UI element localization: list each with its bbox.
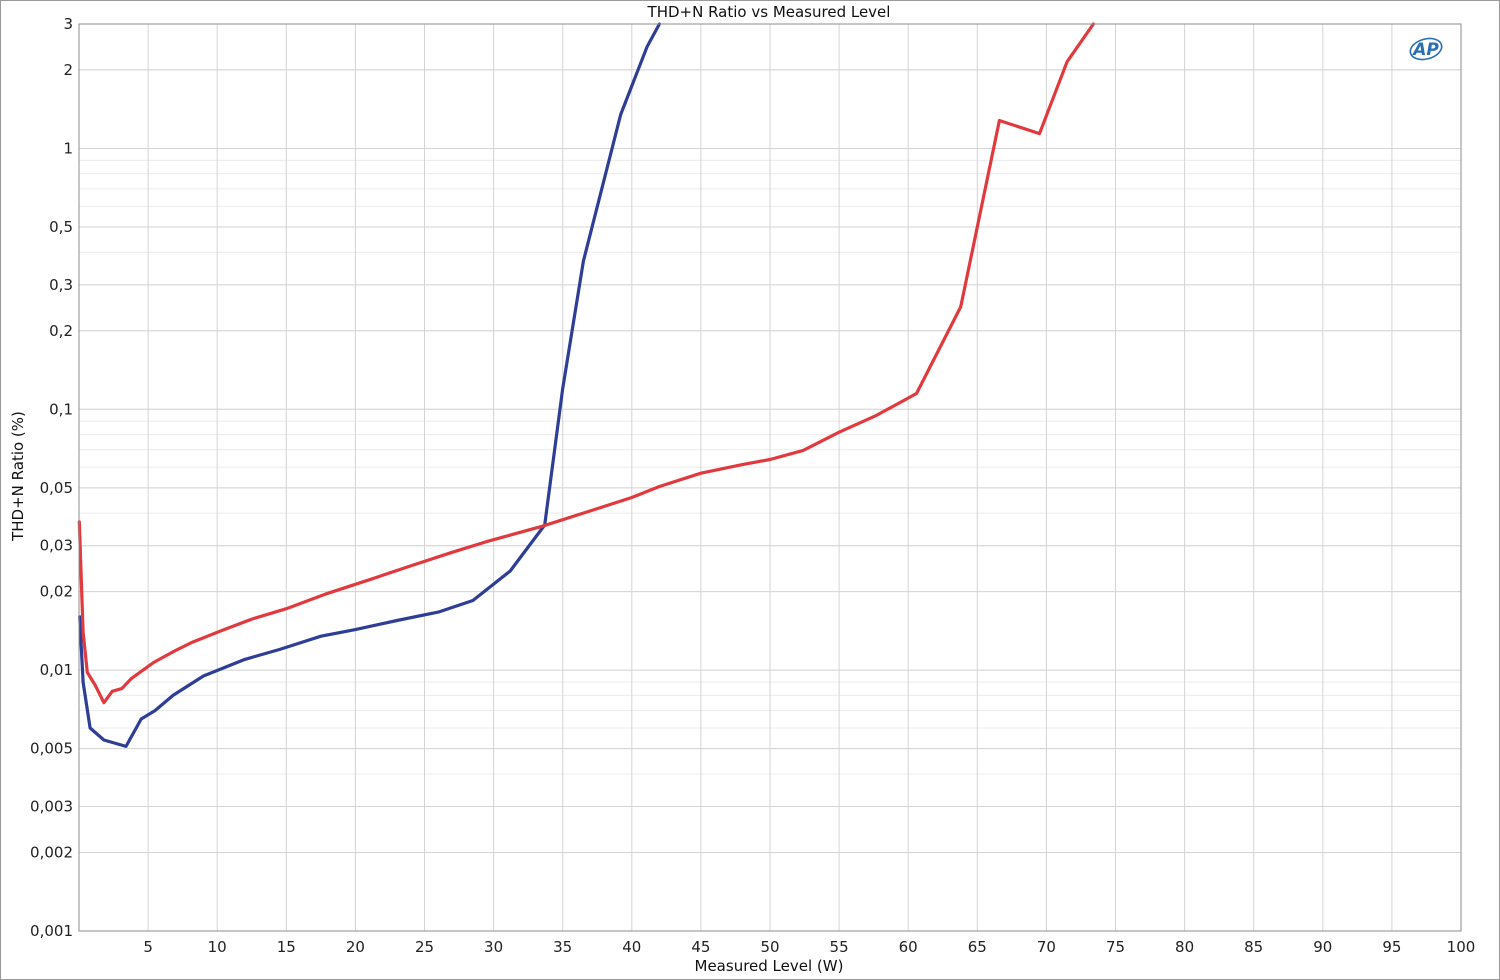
x-tick-label: 55 — [830, 938, 849, 956]
y-tick-label: 0,003 — [30, 798, 73, 816]
thd-n-chart: 3 2 1 0,5 0,3 0,2 0,1 0,05 0,03 0,02 0,01 0,005 0,00… — [9, 3, 1475, 975]
y-tick-label: 1 — [63, 139, 73, 157]
x-tick-label: 45 — [691, 938, 710, 956]
x-tick-label: 5 — [143, 938, 153, 956]
x-tick-label: 60 — [899, 938, 918, 956]
chart-title: THD+N Ratio vs Measured Level — [647, 3, 891, 21]
y-tick-label: 0,3 — [49, 276, 73, 294]
y-tick-label: 0,5 — [49, 218, 73, 236]
x-tick-label: 40 — [622, 938, 641, 956]
series-lines — [77, 22, 1096, 749]
x-tick-label: 30 — [484, 938, 503, 956]
x-tick-label: 100 — [1447, 938, 1476, 956]
series-line-2 — [77, 22, 1096, 705]
chart-frame: 3 2 1 0,5 0,3 0,2 0,1 0,05 0,03 0,02 0,01 0,005 0,00… — [0, 0, 1500, 980]
x-tick-label: 65 — [968, 938, 987, 956]
y-tick-label: 0,005 — [30, 740, 73, 758]
y-tick-label: 0,02 — [40, 583, 73, 601]
y-tick-label: 0,01 — [40, 661, 73, 679]
y-tick-label: 0,001 — [30, 922, 73, 940]
y-tick-label: 3 — [63, 15, 73, 33]
x-tick-label: 35 — [553, 938, 572, 956]
ap-logo: AP — [1409, 37, 1443, 61]
y-tick-label: 0,2 — [49, 322, 73, 340]
x-tick-label: 25 — [415, 938, 434, 956]
y-tick-label: 0,03 — [40, 537, 73, 555]
y-tick-label: 0,05 — [40, 479, 73, 497]
y-axis-ticks: 3 2 1 0,5 0,3 0,2 0,1 0,05 0,03 0,02 0,01 0,005 0,00… — [30, 15, 73, 940]
x-tick-label: 15 — [277, 938, 296, 956]
x-tick-label: 10 — [208, 938, 227, 956]
x-tick-label: 90 — [1313, 938, 1332, 956]
y-tick-label: 2 — [63, 61, 73, 79]
series-line-1 — [78, 22, 662, 749]
y-tick-label: 0,002 — [30, 843, 73, 861]
y-tick-label: 0,1 — [49, 400, 73, 418]
ap-logo-text: AP — [1411, 40, 1439, 60]
x-tick-label: 75 — [1106, 938, 1125, 956]
x-tick-label: 50 — [760, 938, 779, 956]
grid — [79, 23, 1462, 932]
x-tick-label: 95 — [1382, 938, 1401, 956]
x-axis-title: Measured Level (W) — [695, 957, 844, 975]
x-tick-label: 80 — [1175, 938, 1194, 956]
x-tick-label: 70 — [1037, 938, 1056, 956]
x-tick-label: 20 — [346, 938, 365, 956]
x-axis-ticks: 5 10 15 20 25 30 35 40 45 50 55 60 65 70 75 80 85 90 95 100 — [143, 938, 1475, 956]
x-tick-label: 85 — [1244, 938, 1263, 956]
y-axis-title: THD+N Ratio (%) — [9, 411, 27, 542]
